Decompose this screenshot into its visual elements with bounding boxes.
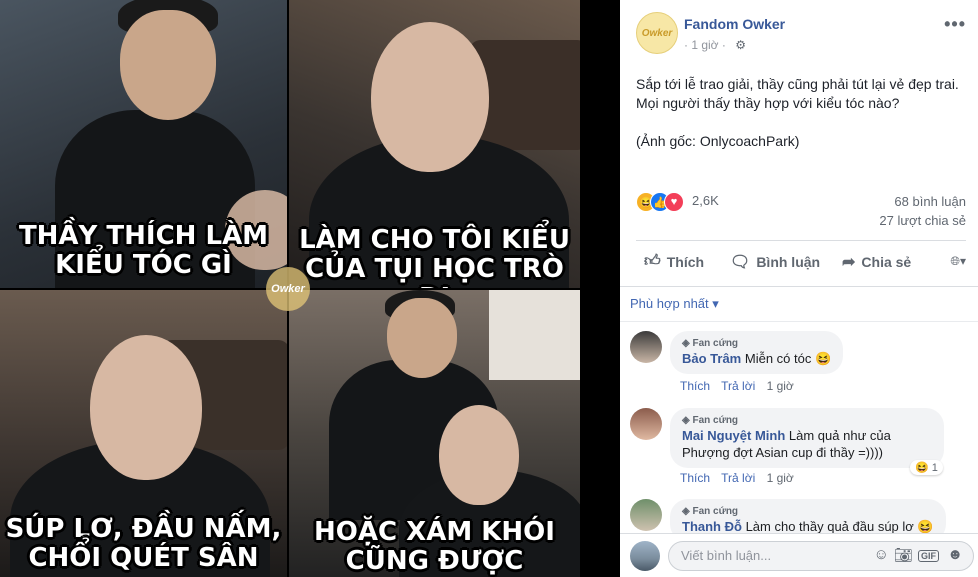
action-bar: 👍︎ Thích 🗨︎ Bình luận ➦ Chia sẻ 🌐︎▾: [636, 248, 966, 278]
current-user-avatar: [630, 541, 660, 571]
comment-author[interactable]: Mai Nguyệt Minh: [682, 428, 785, 443]
comment-time[interactable]: 1 giờ: [767, 471, 794, 485]
fan-badge: ◈ Fan cứng: [682, 415, 739, 426]
camera-icon[interactable]: 📷︎: [894, 546, 913, 564]
comment-like-link[interactable]: Thích: [680, 471, 710, 485]
like-label: Thích: [666, 253, 705, 270]
post-text: Sắp tới lễ trao giải, thầy cũng phải tút…: [636, 76, 959, 149]
comment-actions: Thích Trả lời 1 giờ: [680, 379, 802, 393]
meme-panel-3: SÚP LƠ, ĐẦU NẤM, CHỔI QUÉT SÂN: [0, 290, 287, 577]
comment-count[interactable]: 68 bình luận: [894, 194, 966, 209]
share-count[interactable]: 27 lượt chia sẻ: [636, 213, 966, 228]
comment-author[interactable]: Thanh Đỗ: [682, 519, 742, 534]
meme-caption-2: LÀM CHO TÔI KIỂU CỦA TỤI HỌC TRÒ ĐI: [299, 225, 570, 289]
like-button[interactable]: 👍︎ Thích: [644, 252, 704, 271]
share-button[interactable]: ➦ Chia sẻ: [842, 252, 911, 272]
meme-caption-3: SÚP LƠ, ĐẦU NẤM, CHỔI QUÉT SÂN: [5, 514, 282, 573]
emoji-icon[interactable]: ☺: [874, 546, 889, 563]
storefront: [489, 290, 580, 380]
photo-viewer[interactable]: THẦY THÍCH LÀM KIỂU TÓC GÌ LÀM CHO TÔI K…: [0, 0, 620, 577]
love-reaction-icon: ♥: [664, 192, 684, 212]
comment-like-link[interactable]: Thích: [680, 379, 710, 393]
reaction-count[interactable]: 2,6K: [692, 193, 719, 208]
fan-badge: ◈ Fan cứng: [682, 338, 739, 349]
comment-author[interactable]: Bảo Trâm: [682, 351, 741, 366]
page-name-link[interactable]: Fandom Owker: [684, 16, 785, 32]
speech-bubble-icon: 🗨︎: [730, 254, 751, 271]
reactions-summary[interactable]: 😆 👍 ♥ 2,6K 68 bình luận: [636, 192, 966, 212]
meme-panel-1: THẦY THÍCH LÀM KIỂU TÓC GÌ: [0, 0, 287, 288]
audience-selector[interactable]: 🌐︎▾: [950, 254, 966, 269]
chevron-down-icon: ▾: [959, 254, 966, 268]
comment-button[interactable]: 🗨︎ Bình luận: [730, 252, 820, 272]
watermark-logo: Owker: [266, 267, 310, 311]
comment-sort-dropdown[interactable]: Phù hợp nhất ▾: [630, 296, 719, 312]
barber-head: [120, 10, 216, 120]
comment-label: Bình luận: [756, 254, 821, 270]
meme-panel-2: LÀM CHO TÔI KIỂU CỦA TỤI HỌC TRÒ ĐI: [289, 0, 580, 288]
fan-badge: ◈ Fan cứng: [682, 506, 739, 517]
coach-head: [90, 335, 202, 480]
share-label: Chia sẻ: [861, 254, 912, 270]
comment-text: Miễn có tóc 😆: [744, 351, 832, 366]
commenter-avatar[interactable]: [630, 499, 662, 531]
comment-reply-link[interactable]: Trả lời: [721, 379, 755, 393]
comment-composer: Viết bình luận... ☺ 📷︎ GIF ☻: [620, 533, 978, 577]
meme-caption-4: HOẶC XÁM KHÓI CŨNG ĐƯỢC: [314, 517, 555, 576]
barber-head: [387, 298, 457, 378]
comment-placeholder: Viết bình luận...: [681, 548, 772, 563]
thumbs-up-icon: 👍︎: [644, 253, 661, 270]
divider: [636, 240, 966, 241]
comment-actions: Thích Trả lời 1 giờ: [680, 471, 802, 485]
coach-head: [371, 22, 489, 172]
post-sidebar: Owker Fandom Owker · 1 giờ · ⚙ ••• Sắp t…: [620, 0, 978, 577]
gif-icon[interactable]: GIF: [918, 550, 939, 562]
divider: [620, 321, 978, 322]
more-options-button[interactable]: •••: [944, 14, 966, 35]
comment-reply-link[interactable]: Trả lời: [721, 471, 755, 485]
sticker-icon[interactable]: ☻: [947, 546, 963, 563]
gear-icon: ⚙: [735, 38, 746, 52]
commenter-avatar[interactable]: [630, 408, 662, 440]
post-meta: · 1 giờ · ⚙: [684, 38, 746, 52]
comment-reaction-count[interactable]: 😆 1: [910, 460, 943, 475]
comment-time[interactable]: 1 giờ: [767, 379, 794, 393]
comment-bubble: ◈ Fan cứng Mai Nguyệt Minh Làm quả như c…: [670, 408, 944, 468]
share-arrow-icon: ➦: [842, 254, 856, 271]
meme-caption-1: THẦY THÍCH LÀM KIỂU TÓC GÌ: [18, 221, 269, 280]
divider: [620, 286, 978, 287]
photo-backdrop: [580, 0, 620, 577]
coach-head: [439, 405, 519, 505]
globe-icon: 🌐︎: [950, 254, 960, 268]
post-header: Owker Fandom Owker · 1 giờ · ⚙ •••: [636, 12, 966, 56]
comment-text: Làm cho thầy quả đầu súp lơ 😆: [745, 519, 934, 534]
comment-bubble: ◈ Fan cứng Bảo Trâm Miễn có tóc 😆: [670, 331, 844, 374]
comment-input[interactable]: Viết bình luận... ☺ 📷︎ GIF ☻: [668, 541, 974, 571]
post-time[interactable]: · 1 giờ ·: [684, 38, 726, 52]
page-avatar[interactable]: Owker: [636, 12, 678, 54]
meme-panel-4: HOẶC XÁM KHÓI CŨNG ĐƯỢC: [289, 290, 580, 577]
commenter-avatar[interactable]: [630, 331, 662, 363]
